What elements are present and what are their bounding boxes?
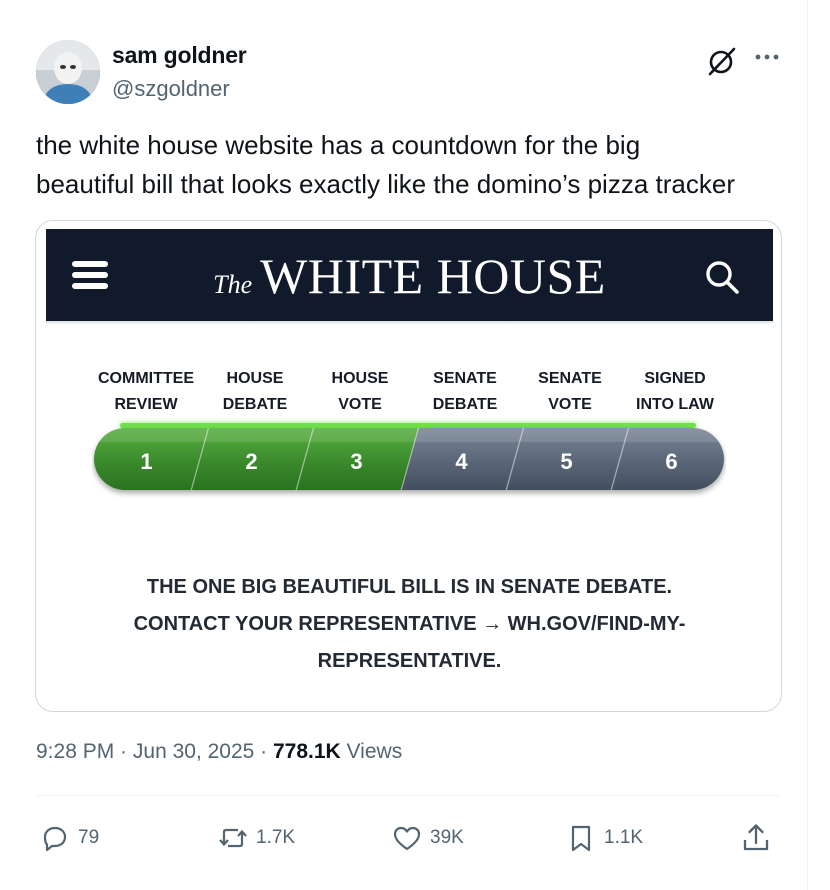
author-handle[interactable]: @szgoldner	[112, 76, 230, 102]
stage-number: 4	[455, 449, 468, 474]
avatar[interactable]	[36, 40, 100, 104]
reply-count: 79	[78, 827, 100, 848]
stage-label-line: SIGNED	[644, 370, 706, 387]
logo-prefix: The	[213, 270, 253, 299]
grok-icon[interactable]	[705, 44, 739, 78]
header-shadow	[46, 321, 773, 325]
tweet: sam goldner @szgoldner the white house w…	[0, 0, 808, 890]
like-icon	[393, 826, 421, 851]
meta-separator: ·	[254, 740, 273, 763]
views-count: 778.1K	[273, 740, 341, 763]
search-icon	[706, 261, 739, 294]
stage-number: 5	[560, 449, 572, 474]
white-house-header: The WHITE HOUSE	[46, 229, 773, 321]
white-house-logo: The WHITE HOUSE	[46, 247, 773, 305]
like-button[interactable]: 39K	[392, 820, 464, 856]
stage-label-line: INTO LAW	[636, 396, 714, 413]
stage-number: 3	[350, 449, 362, 474]
status-message-line: CONTACT YOUR REPRESENTATIVE → WH.GOV/FIN…	[133, 613, 686, 635]
status-message-line: THE ONE BIG BEAUTIFUL BILL IS IN SENATE …	[146, 576, 673, 598]
repost-icon	[219, 828, 247, 848]
reply-icon	[43, 826, 67, 852]
repost-count: 1.7K	[256, 827, 296, 848]
meta-separator: ·	[114, 740, 133, 763]
tracker-highlight	[94, 428, 724, 442]
stage-number: 6	[665, 449, 677, 474]
reply-button[interactable]: 79	[40, 820, 99, 856]
author-name[interactable]: sam goldner	[112, 42, 247, 69]
status-message: THE ONE BIG BEAUTIFUL BILL IS IN SENATE …	[76, 569, 743, 680]
bookmark-icon	[571, 825, 591, 852]
views-label: Views	[340, 740, 403, 763]
stage-number: 1	[140, 449, 152, 474]
progress-tracker: 1 2 3 4 5 6	[94, 428, 724, 490]
tweet-text-line: the white house website has a countdown …	[36, 130, 641, 160]
logo-title: WHITE HOUSE	[260, 248, 606, 304]
divider	[36, 795, 780, 796]
status-message-line: REPRESENTATIVE.	[317, 650, 502, 672]
avatar-image	[36, 40, 100, 104]
tweet-time[interactable]: 9:28 PM	[36, 740, 114, 763]
bookmark-count: 1.1K	[604, 827, 644, 848]
stage-label: SIGNED INTO LAW	[610, 366, 740, 418]
tweet-text-line: beautiful bill that looks exactly like t…	[36, 169, 735, 199]
media-image[interactable]: The WHITE HOUSE COMMITTEE REVIEW HOUSE DEBAT…	[35, 220, 782, 712]
tweet-date[interactable]: Jun 30, 2025	[133, 740, 254, 763]
share-icon[interactable]	[740, 822, 772, 854]
tweet-text: the white house website has a countdown …	[36, 126, 796, 204]
tweet-meta: 9:28 PM · Jun 30, 2025 · 778.1K Views	[36, 740, 402, 764]
repost-button[interactable]: 1.7K	[218, 820, 295, 856]
like-count: 39K	[430, 827, 464, 848]
more-icon[interactable]	[752, 42, 782, 72]
stage-number: 2	[245, 449, 257, 474]
bookmark-button[interactable]: 1.1K	[566, 820, 643, 856]
